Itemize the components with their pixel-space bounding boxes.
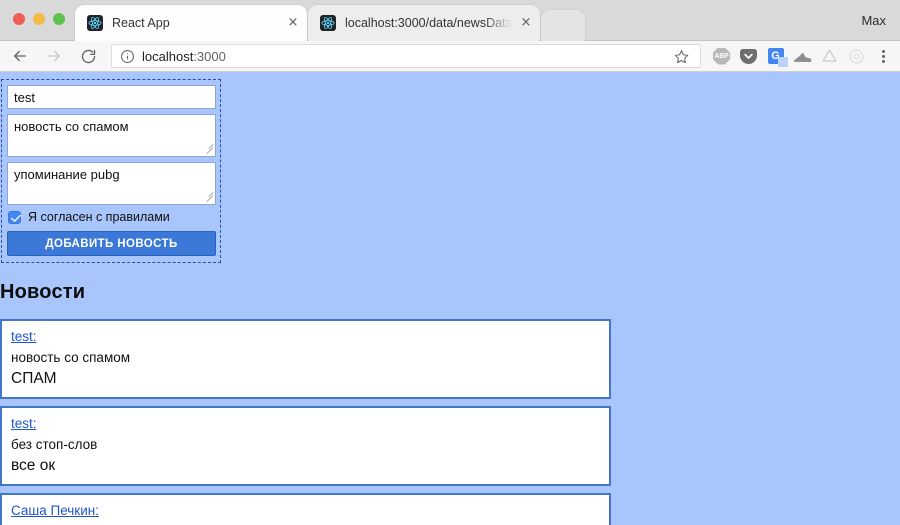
body-textarea[interactable]: упоминание pubg [7, 162, 216, 205]
profile-name[interactable]: Max [861, 13, 886, 28]
agree-checkbox-row[interactable]: Я согласен с правилами [8, 210, 216, 224]
url-rest: :3000 [193, 48, 226, 64]
agree-checkbox-label: Я согласен с правилами [28, 210, 170, 224]
tab-title: React App [112, 16, 170, 30]
close-tab-button[interactable]: × [285, 15, 301, 31]
minimize-window-button[interactable] [33, 13, 45, 25]
bookmark-star-icon[interactable] [670, 45, 692, 67]
title-textarea-wrapper: новость со спамом [6, 114, 216, 157]
pocket-icon[interactable] [735, 43, 762, 70]
adblock-plus-icon[interactable]: ABP [708, 43, 735, 70]
react-logo-icon [87, 15, 103, 31]
news-title: без стоп-слов [11, 437, 98, 452]
add-news-form: новость со спамом упоминание pubg Я согл… [1, 79, 221, 263]
back-arrow-icon[interactable] [6, 42, 34, 70]
news-list: test: новость со спамом СПАМ test: без с… [0, 319, 613, 525]
news-card: test: новость со спамом СПАМ [0, 319, 611, 399]
three-dot-menu-icon[interactable] [870, 43, 896, 70]
url-host: localhost [142, 48, 194, 64]
info-circle-icon[interactable] [120, 49, 135, 64]
tab-react-app[interactable]: React App × [75, 5, 307, 41]
news-body: СПАМ [11, 370, 57, 387]
target-icon[interactable] [843, 43, 870, 70]
reload-icon[interactable] [74, 42, 102, 70]
adblock-plus-label: ABP [713, 47, 730, 65]
news-author-link[interactable]: test: [11, 329, 37, 344]
news-author-link[interactable]: test: [11, 416, 37, 431]
translate-glyph: G [767, 48, 788, 67]
news-author-link[interactable]: Саша Печкин: [11, 503, 99, 518]
add-news-button[interactable]: ДОБАВИТЬ НОВОСТЬ [7, 231, 216, 256]
pocket-shape [740, 48, 757, 64]
tab-title: localhost:3000/data/newsData [345, 16, 513, 30]
address-bar[interactable]: localhost:3000 [111, 44, 701, 68]
shoe-icon[interactable] [789, 43, 816, 70]
page-title: Новости [0, 281, 86, 303]
forward-arrow-icon [40, 42, 68, 70]
browser-toolbar: localhost:3000 ABP G [0, 41, 900, 72]
maximize-window-button[interactable] [53, 13, 65, 25]
google-translate-icon[interactable]: G [762, 43, 789, 70]
body-textarea-wrapper: упоминание pubg [6, 162, 216, 205]
author-input[interactable] [7, 85, 216, 109]
news-body: все ок [11, 457, 56, 474]
page-viewport: новость со спамом упоминание pubg Я согл… [0, 73, 900, 525]
window-controls [13, 13, 65, 25]
new-tab-button[interactable] [541, 10, 585, 41]
news-card: Саша Печкин: В четверг, четвертого числа [0, 493, 611, 525]
news-card: test: без стоп-слов все ок [0, 406, 611, 486]
news-title: новость со спамом [11, 350, 131, 365]
tab-newsdata[interactable]: localhost:3000/data/newsData × [308, 5, 540, 41]
close-window-button[interactable] [13, 13, 25, 25]
extensions-bar: ABP G [708, 43, 900, 70]
title-textarea[interactable]: новость со спамом [7, 114, 216, 157]
tab-strip: React App × localhost:3000/data/newsData… [0, 0, 900, 41]
google-drive-icon[interactable] [816, 43, 843, 70]
react-logo-icon [320, 15, 336, 31]
agree-checkbox[interactable] [8, 210, 21, 224]
close-tab-button[interactable]: × [518, 15, 534, 31]
browser-window: React App × localhost:3000/data/newsData… [0, 0, 900, 525]
address-bar-url: localhost:3000 [142, 49, 226, 64]
